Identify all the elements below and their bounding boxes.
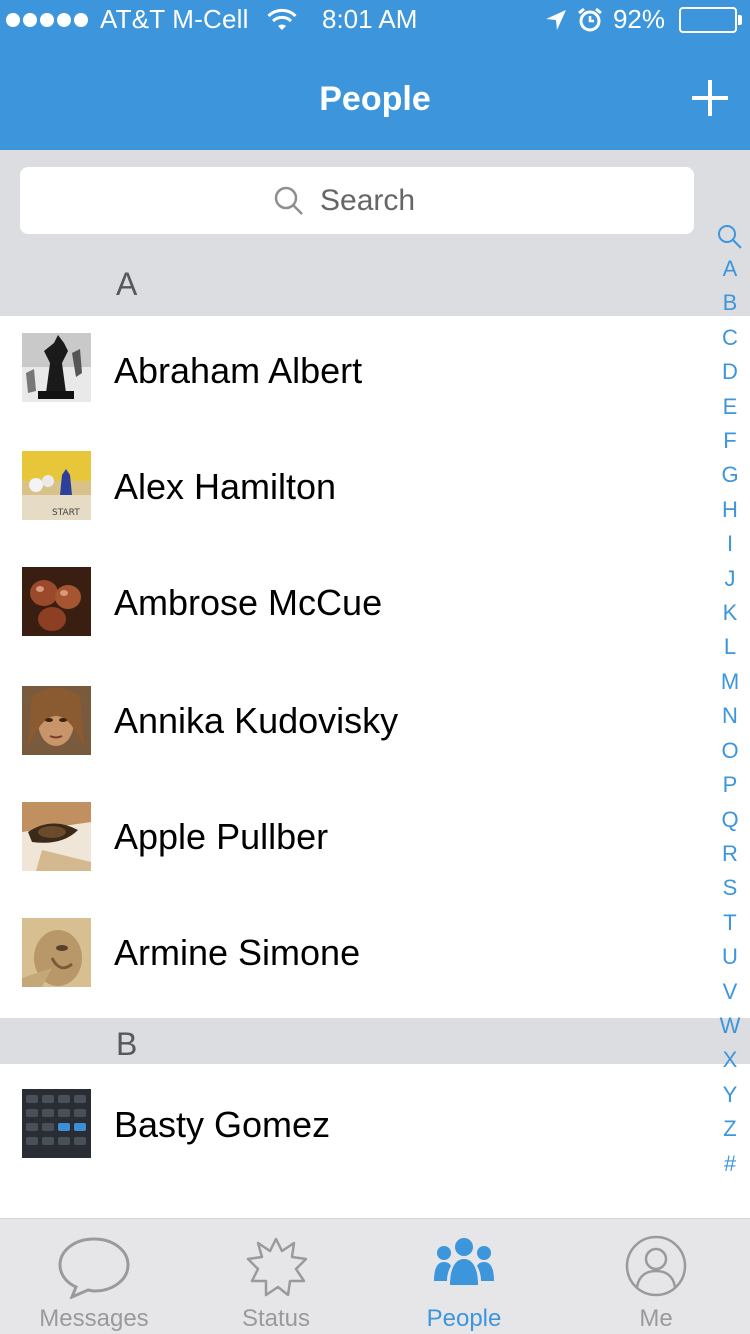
index-letter[interactable]: Z <box>714 1112 746 1146</box>
index-letter[interactable]: V <box>714 975 746 1009</box>
battery-percent: 92% <box>612 4 665 34</box>
search-input[interactable] <box>320 183 440 218</box>
index-letter[interactable]: J <box>714 562 746 596</box>
section-index[interactable]: A B C D E F G H I J K L M N O P Q R S T U V W X Y Z # <box>714 222 746 1181</box>
contact-list-a: Abraham Albert START Alex Hamilton Ambro… <box>0 316 750 1018</box>
index-letter[interactable]: R <box>714 837 746 871</box>
avatar: START <box>22 451 91 520</box>
contact-name: Ambrose McCue <box>114 582 383 623</box>
tab-messages[interactable]: Messages <box>0 1219 188 1334</box>
tab-people[interactable]: People <box>370 1219 558 1334</box>
avatar <box>22 333 91 402</box>
page-title: People <box>319 80 431 118</box>
search-bar[interactable] <box>20 167 694 234</box>
index-letter[interactable]: U <box>714 940 746 974</box>
wifi-icon <box>267 8 297 30</box>
search-icon <box>274 186 303 215</box>
tab-status[interactable]: Status <box>182 1219 370 1334</box>
section-header-a: A <box>0 240 750 316</box>
index-letter[interactable]: O <box>714 734 746 768</box>
index-letter[interactable]: T <box>714 906 746 940</box>
index-letter[interactable]: I <box>714 527 746 561</box>
alarm-clock-icon <box>578 7 602 31</box>
index-letter[interactable]: Y <box>714 1078 746 1112</box>
contact-row[interactable]: Apple Pullber <box>0 780 710 896</box>
index-letter[interactable]: B <box>714 286 746 320</box>
contact-name: Alex Hamilton <box>114 466 337 507</box>
index-letter[interactable]: A <box>714 252 746 286</box>
speech-bubble-icon <box>58 1237 130 1299</box>
status-right: 92% <box>545 4 742 35</box>
starburst-icon <box>246 1237 308 1297</box>
tab-bar: Messages Status People Me <box>0 1218 750 1334</box>
avatar <box>22 1089 91 1158</box>
avatar <box>22 686 91 755</box>
signal-strength-icon <box>6 12 88 27</box>
index-letter[interactable]: X <box>714 1043 746 1077</box>
index-letter[interactable]: G <box>714 458 746 492</box>
tab-label: People <box>426 1305 502 1332</box>
contact-row[interactable]: Basty Gomez <box>0 1068 710 1184</box>
index-letter[interactable]: W <box>714 1009 746 1043</box>
index-letter[interactable]: H <box>714 493 746 527</box>
index-letter[interactable]: D <box>714 355 746 389</box>
contact-name: Armine Simone <box>114 932 361 973</box>
contact-name: Abraham Albert <box>114 350 363 391</box>
tab-label: Status <box>241 1305 311 1332</box>
status-time: 8:01 AM <box>322 4 418 34</box>
svg-text:START: START <box>52 508 80 518</box>
index-letter[interactable]: P <box>714 768 746 802</box>
contact-name: Basty Gomez <box>114 1104 331 1145</box>
location-arrow-icon <box>545 9 566 30</box>
person-circle-icon <box>625 1235 687 1297</box>
index-search-icon[interactable] <box>716 222 744 252</box>
index-letter[interactable]: S <box>714 871 746 905</box>
avatar <box>22 802 91 871</box>
section-letter: B <box>116 1026 138 1062</box>
contact-row[interactable]: Annika Kudovisky <box>0 664 710 780</box>
avatar <box>22 918 91 987</box>
index-letter[interactable]: C <box>714 321 746 355</box>
index-letter[interactable]: K <box>714 596 746 630</box>
contact-name: Apple Pullber <box>114 816 329 857</box>
tab-me[interactable]: Me <box>562 1219 750 1334</box>
battery-icon <box>679 6 742 33</box>
section-letter: A <box>116 266 138 302</box>
tab-label: Me <box>639 1305 673 1332</box>
add-person-button[interactable] <box>690 78 730 118</box>
avatar <box>22 567 91 636</box>
contact-row[interactable]: Armine Simone <box>0 896 710 1012</box>
contact-name: Annika Kudovisky <box>114 700 399 741</box>
index-letter[interactable]: M <box>714 665 746 699</box>
section-header-b: B <box>0 1018 750 1064</box>
contact-row[interactable]: Abraham Albert <box>0 316 710 432</box>
contact-list-b: Basty Gomez <box>0 1064 750 1218</box>
status-left: AT&T M-Cell <box>6 4 297 35</box>
header: AT&T M-Cell 8:01 AM 92% People <box>0 0 750 150</box>
index-letter[interactable]: L <box>714 630 746 664</box>
index-letter[interactable]: N <box>714 699 746 733</box>
people-group-icon <box>434 1238 494 1285</box>
search-area <box>0 150 750 240</box>
index-letter[interactable]: E <box>714 390 746 424</box>
carrier-name: AT&T M-Cell <box>100 4 249 34</box>
contact-row[interactable]: Ambrose McCue <box>0 548 710 664</box>
contact-row[interactable]: START Alex Hamilton <box>0 432 710 548</box>
index-letter[interactable]: F <box>714 424 746 458</box>
tab-label: Messages <box>39 1305 149 1332</box>
index-letter[interactable]: # <box>714 1147 746 1181</box>
status-bar: AT&T M-Cell 8:01 AM 92% <box>0 0 750 40</box>
index-letter[interactable]: Q <box>714 803 746 837</box>
